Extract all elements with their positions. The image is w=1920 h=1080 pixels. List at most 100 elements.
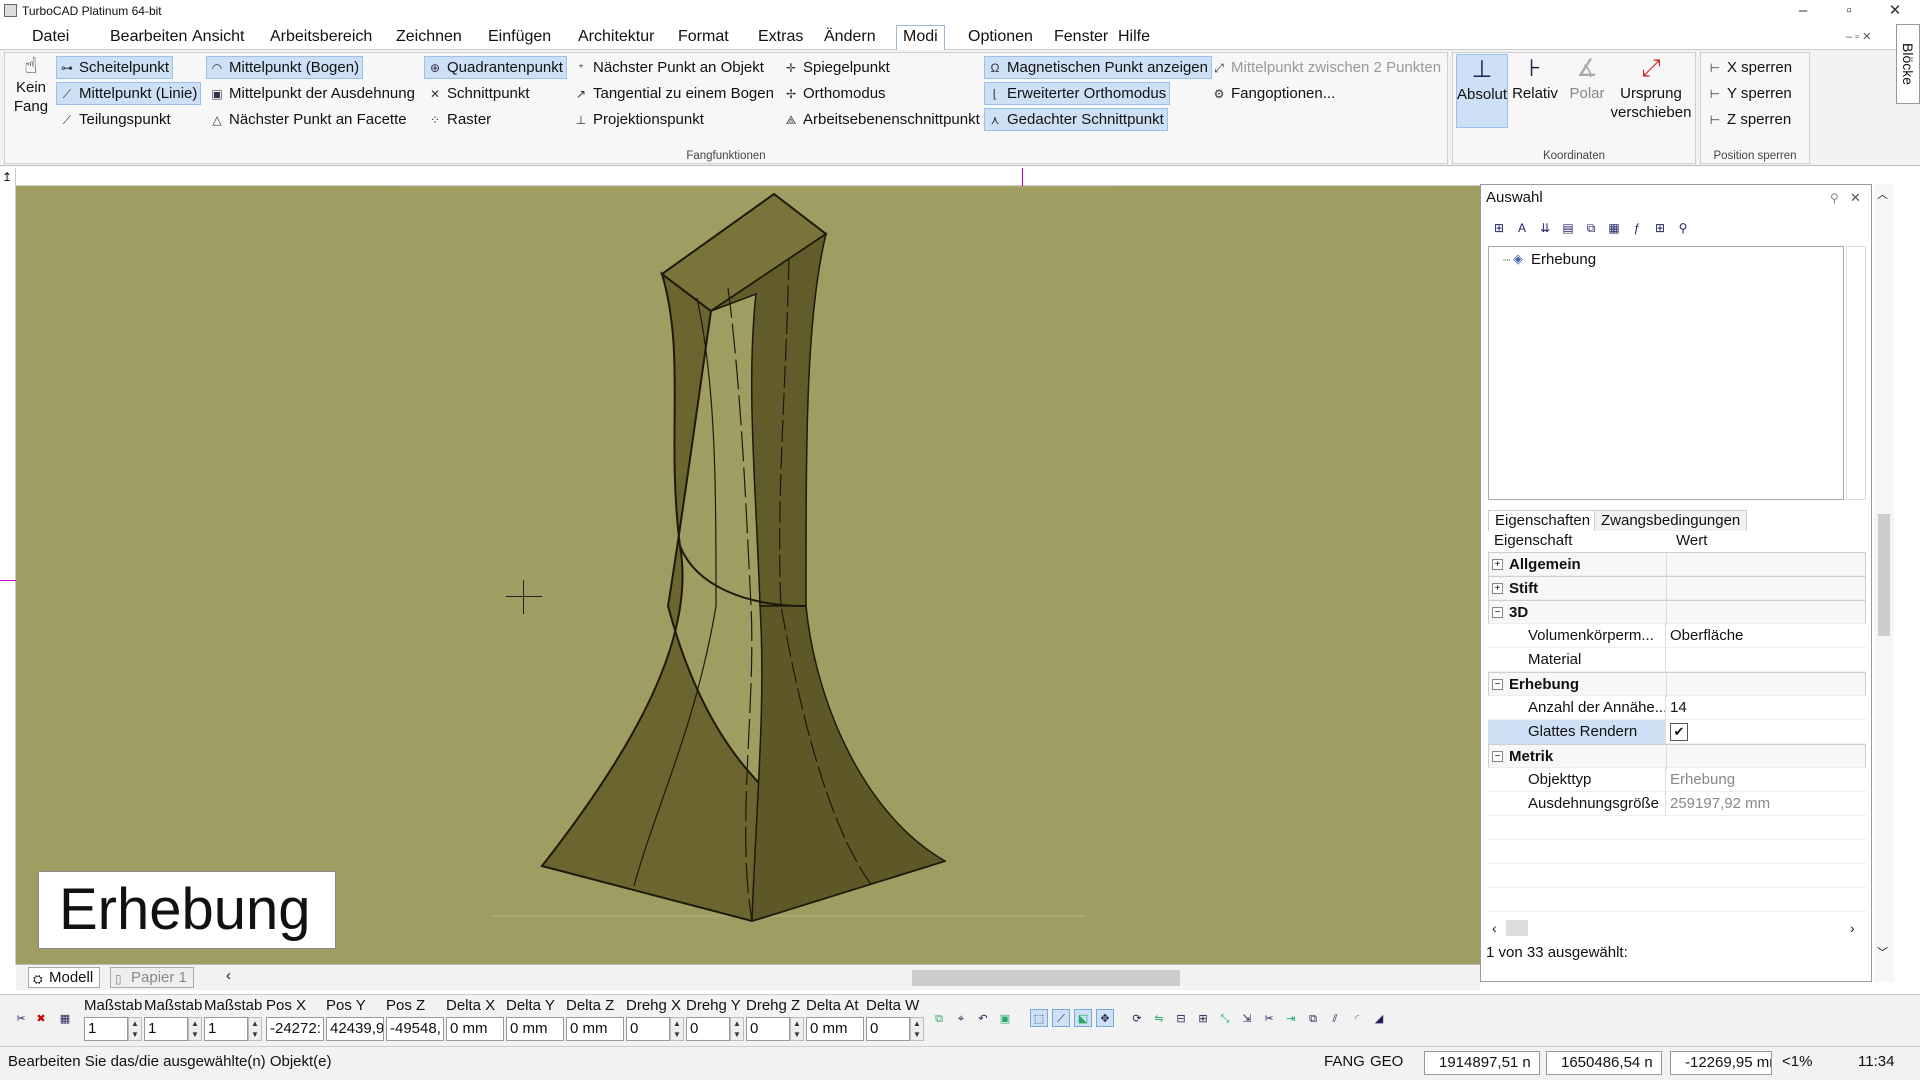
snap-snap-options[interactable]: ⚙ Fangoptionen... xyxy=(1208,82,1339,105)
snap-facet-nearest[interactable]: △ Nächster Punkt an Facette xyxy=(206,108,411,131)
prop-value[interactable] xyxy=(1670,648,1862,672)
inspector-field-8[interactable]: 0 mm xyxy=(566,1017,624,1041)
selection-tree[interactable]: ┈ ◈ Erhebung xyxy=(1488,246,1844,500)
tab-modell[interactable]: ⛭ Modell xyxy=(28,967,101,988)
filter-icon[interactable]: ⇊ xyxy=(1536,219,1554,237)
inspector-field-11[interactable]: 0 xyxy=(746,1017,790,1041)
inspector-field-4[interactable]: 42439,9 xyxy=(326,1017,384,1041)
inspector-field-1[interactable]: 1 xyxy=(144,1017,188,1041)
status-geo[interactable]: GEO xyxy=(1370,1050,1403,1074)
pin-icon[interactable]: ⚲ xyxy=(1830,186,1839,210)
formula-icon[interactable]: ƒ xyxy=(1628,219,1646,237)
snap-extended-ortho[interactable]: ⌊ Erweiterter Orthomodus xyxy=(984,82,1171,105)
prop-row-10[interactable]: Ausdehnungsgröße 259197,92 mm xyxy=(1488,792,1866,816)
stretch-icon[interactable]: ⇲ xyxy=(1238,1009,1256,1027)
prop-row-2[interactable]: −3D xyxy=(1488,600,1866,625)
menu-format[interactable]: Format xyxy=(672,27,735,47)
undo-icon[interactable]: ↶ xyxy=(974,1009,992,1027)
select-poly-icon[interactable]: ⬚ xyxy=(1030,1009,1048,1027)
inspector-field-9[interactable]: 0 xyxy=(626,1017,670,1041)
prop-value[interactable]: Oberfläche xyxy=(1670,624,1862,648)
snap-midpoint-two[interactable]: ⤢ Mittelpunkt zwischen 2 Punkten xyxy=(1208,56,1445,79)
prop-row-7[interactable]: Glattes Rendern ✔ xyxy=(1488,720,1866,744)
menu-hilfe[interactable]: Hilfe xyxy=(1112,27,1156,47)
inspector-field-3[interactable]: -24272: xyxy=(266,1017,324,1041)
blocks-side-tab[interactable]: Blöcke xyxy=(1896,24,1920,104)
snap-quadrant[interactable]: ⊕ Quadrantenpunkt xyxy=(424,56,567,79)
snap-midpoint-line[interactable]: ⟋ Mittelpunkt (Linie) xyxy=(56,82,202,105)
inspector-field-12[interactable]: 0 mm xyxy=(806,1017,864,1041)
menu-ansicht[interactable]: Ansicht xyxy=(186,27,250,47)
menu-ändern[interactable]: Ändern xyxy=(818,27,882,47)
no-snap-button[interactable]: ☝ Kein Fang xyxy=(10,54,52,130)
array-icon[interactable]: ⊞ xyxy=(1194,1009,1212,1027)
menu-fenster[interactable]: Fenster xyxy=(1048,27,1114,47)
lock-x-button[interactable]: ⊢ X sperren xyxy=(1704,56,1796,79)
menu-architektur[interactable]: Architektur xyxy=(572,27,660,47)
menu-bearbeiten[interactable]: Bearbeiten xyxy=(104,27,193,47)
menu-zeichnen[interactable]: Zeichnen xyxy=(390,27,468,47)
grid-view-icon[interactable]: ⊞ xyxy=(1651,219,1669,237)
menu-datei[interactable]: Datei xyxy=(26,27,75,47)
mirror-icon[interactable]: ⇋ xyxy=(1150,1009,1168,1027)
prop-row-1[interactable]: + Stift xyxy=(1488,576,1866,601)
snap-mirror-point[interactable]: ✛ Spiegelpunkt xyxy=(780,56,894,79)
inspector-field-10[interactable]: 0 xyxy=(686,1017,730,1041)
lock-y-button[interactable]: ⊢ Y sperren xyxy=(1704,82,1796,105)
snap-magnet[interactable]: Ω Magnetischen Punkt anzeigen xyxy=(984,56,1212,79)
align-icon[interactable]: ⊟ xyxy=(1172,1009,1190,1027)
snap-vertex-snap[interactable]: ⊶ Scheitelpunkt xyxy=(56,56,174,79)
snap-extent-center[interactable]: ▣ Mittelpunkt der Ausdehnung xyxy=(206,82,419,105)
offset-icon[interactable]: ⫽ xyxy=(1326,1009,1344,1027)
copy-icon[interactable]: ⧉ xyxy=(1304,1009,1322,1027)
snap-projection[interactable]: ⊥ Projektionspunkt xyxy=(570,108,708,131)
prop-row-6[interactable]: Anzahl der Annähe... 14 xyxy=(1488,696,1866,720)
prop-value[interactable]: ✔ xyxy=(1670,723,1688,741)
chamfer-icon[interactable]: ◢ xyxy=(1370,1009,1388,1027)
menu-arbeitsbereich[interactable]: Arbeitsbereich xyxy=(264,27,378,47)
select-window-icon[interactable]: ▣ xyxy=(996,1009,1014,1027)
menu-optionen[interactable]: Optionen xyxy=(962,27,1039,47)
inspector-field-2[interactable]: 1 xyxy=(204,1017,248,1041)
edit-tool-icon[interactable]: ✂ xyxy=(12,1009,30,1027)
tab-zwangsbedingungen[interactable]: Zwangsbedingungen xyxy=(1594,510,1748,531)
panel-close-icon[interactable]: ✕ xyxy=(1850,186,1861,210)
layer-icon[interactable]: ▤ xyxy=(1559,219,1577,237)
snap-workplane-intersection[interactable]: ⟁ Arbeitsebenenschnittpunkt xyxy=(780,108,984,131)
snap-tangent-arc[interactable]: ↗ Tangential zu einem Bogen xyxy=(570,82,778,105)
horizontal-scrollbar-thumb[interactable] xyxy=(912,970,1180,986)
pick-icon[interactable]: ⌖ xyxy=(952,1009,970,1027)
select-all-icon[interactable]: A xyxy=(1513,219,1531,237)
minimize-button[interactable]: – xyxy=(1780,0,1826,22)
select-crossing-icon[interactable]: ⬕ xyxy=(1074,1009,1092,1027)
spinner-icon[interactable]: ▲ ▼ xyxy=(248,1017,262,1041)
snap-icon[interactable]: ⧉ xyxy=(930,1009,948,1027)
copy-icon[interactable]: ⧉ xyxy=(1582,219,1600,237)
select-fence-icon[interactable]: ⟋ xyxy=(1052,1009,1070,1027)
fillet-icon[interactable]: ◜ xyxy=(1348,1009,1366,1027)
prop-row-0[interactable]: + Allgemein xyxy=(1488,552,1866,577)
grid-scroll-right-icon[interactable]: › xyxy=(1850,920,1855,936)
tab-papier-1[interactable]: ▯ Papier 1 xyxy=(110,967,194,988)
delete-icon[interactable]: ✖ xyxy=(32,1009,50,1027)
inspector-field-0[interactable]: 1 xyxy=(84,1017,128,1041)
extend-icon[interactable]: ⇥ xyxy=(1282,1009,1300,1027)
scroll-left-arrow-icon[interactable]: ‹ xyxy=(226,967,231,984)
grid-hscroll-thumb[interactable] xyxy=(1506,920,1528,936)
prop-value[interactable]: 14 xyxy=(1670,696,1862,720)
coord-absolut-button[interactable]: ⊥ Absolut xyxy=(1456,54,1508,128)
lock-z-button[interactable]: ⊢ Z sperren xyxy=(1704,108,1795,131)
select-group-icon[interactable]: ⊞ xyxy=(1490,219,1508,237)
spinner-icon[interactable]: ▲ ▼ xyxy=(188,1017,202,1041)
viewport-3d[interactable] xyxy=(16,185,1480,964)
snap-division-point[interactable]: ⟋ Teilungspunkt xyxy=(56,108,175,131)
inspector-field-6[interactable]: 0 mm xyxy=(446,1017,504,1041)
tree-scrollbar[interactable] xyxy=(1846,246,1866,500)
table-icon[interactable]: ▦ xyxy=(56,1009,74,1027)
spinner-icon[interactable]: ▲ ▼ xyxy=(730,1017,744,1041)
scroll-up-icon[interactable]: ︿ xyxy=(1877,186,1888,202)
inspector-field-5[interactable]: -49548, xyxy=(386,1017,444,1041)
tree-item-erhebung[interactable]: Erhebung xyxy=(1531,251,1596,268)
coord-polar-button[interactable]: ∡ Polar xyxy=(1562,54,1612,128)
inspector-field-7[interactable]: 0 mm xyxy=(506,1017,564,1041)
